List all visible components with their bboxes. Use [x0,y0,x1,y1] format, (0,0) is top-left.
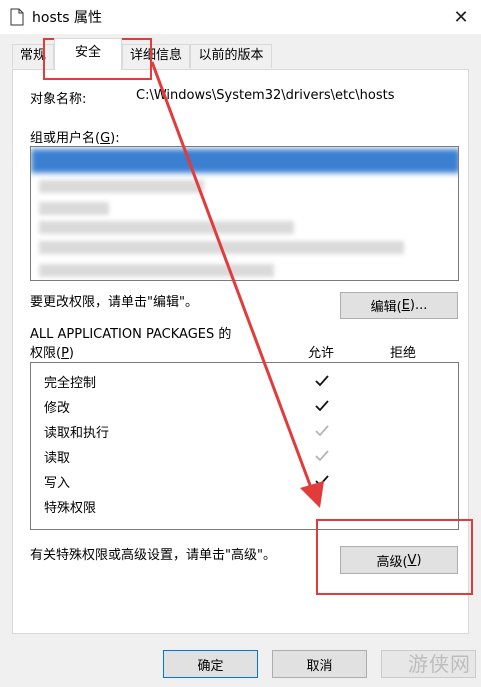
watermark: 游侠网 [408,652,471,676]
tab-security[interactable]: 安全 [54,38,122,70]
arrow-annotation [150,61,324,508]
